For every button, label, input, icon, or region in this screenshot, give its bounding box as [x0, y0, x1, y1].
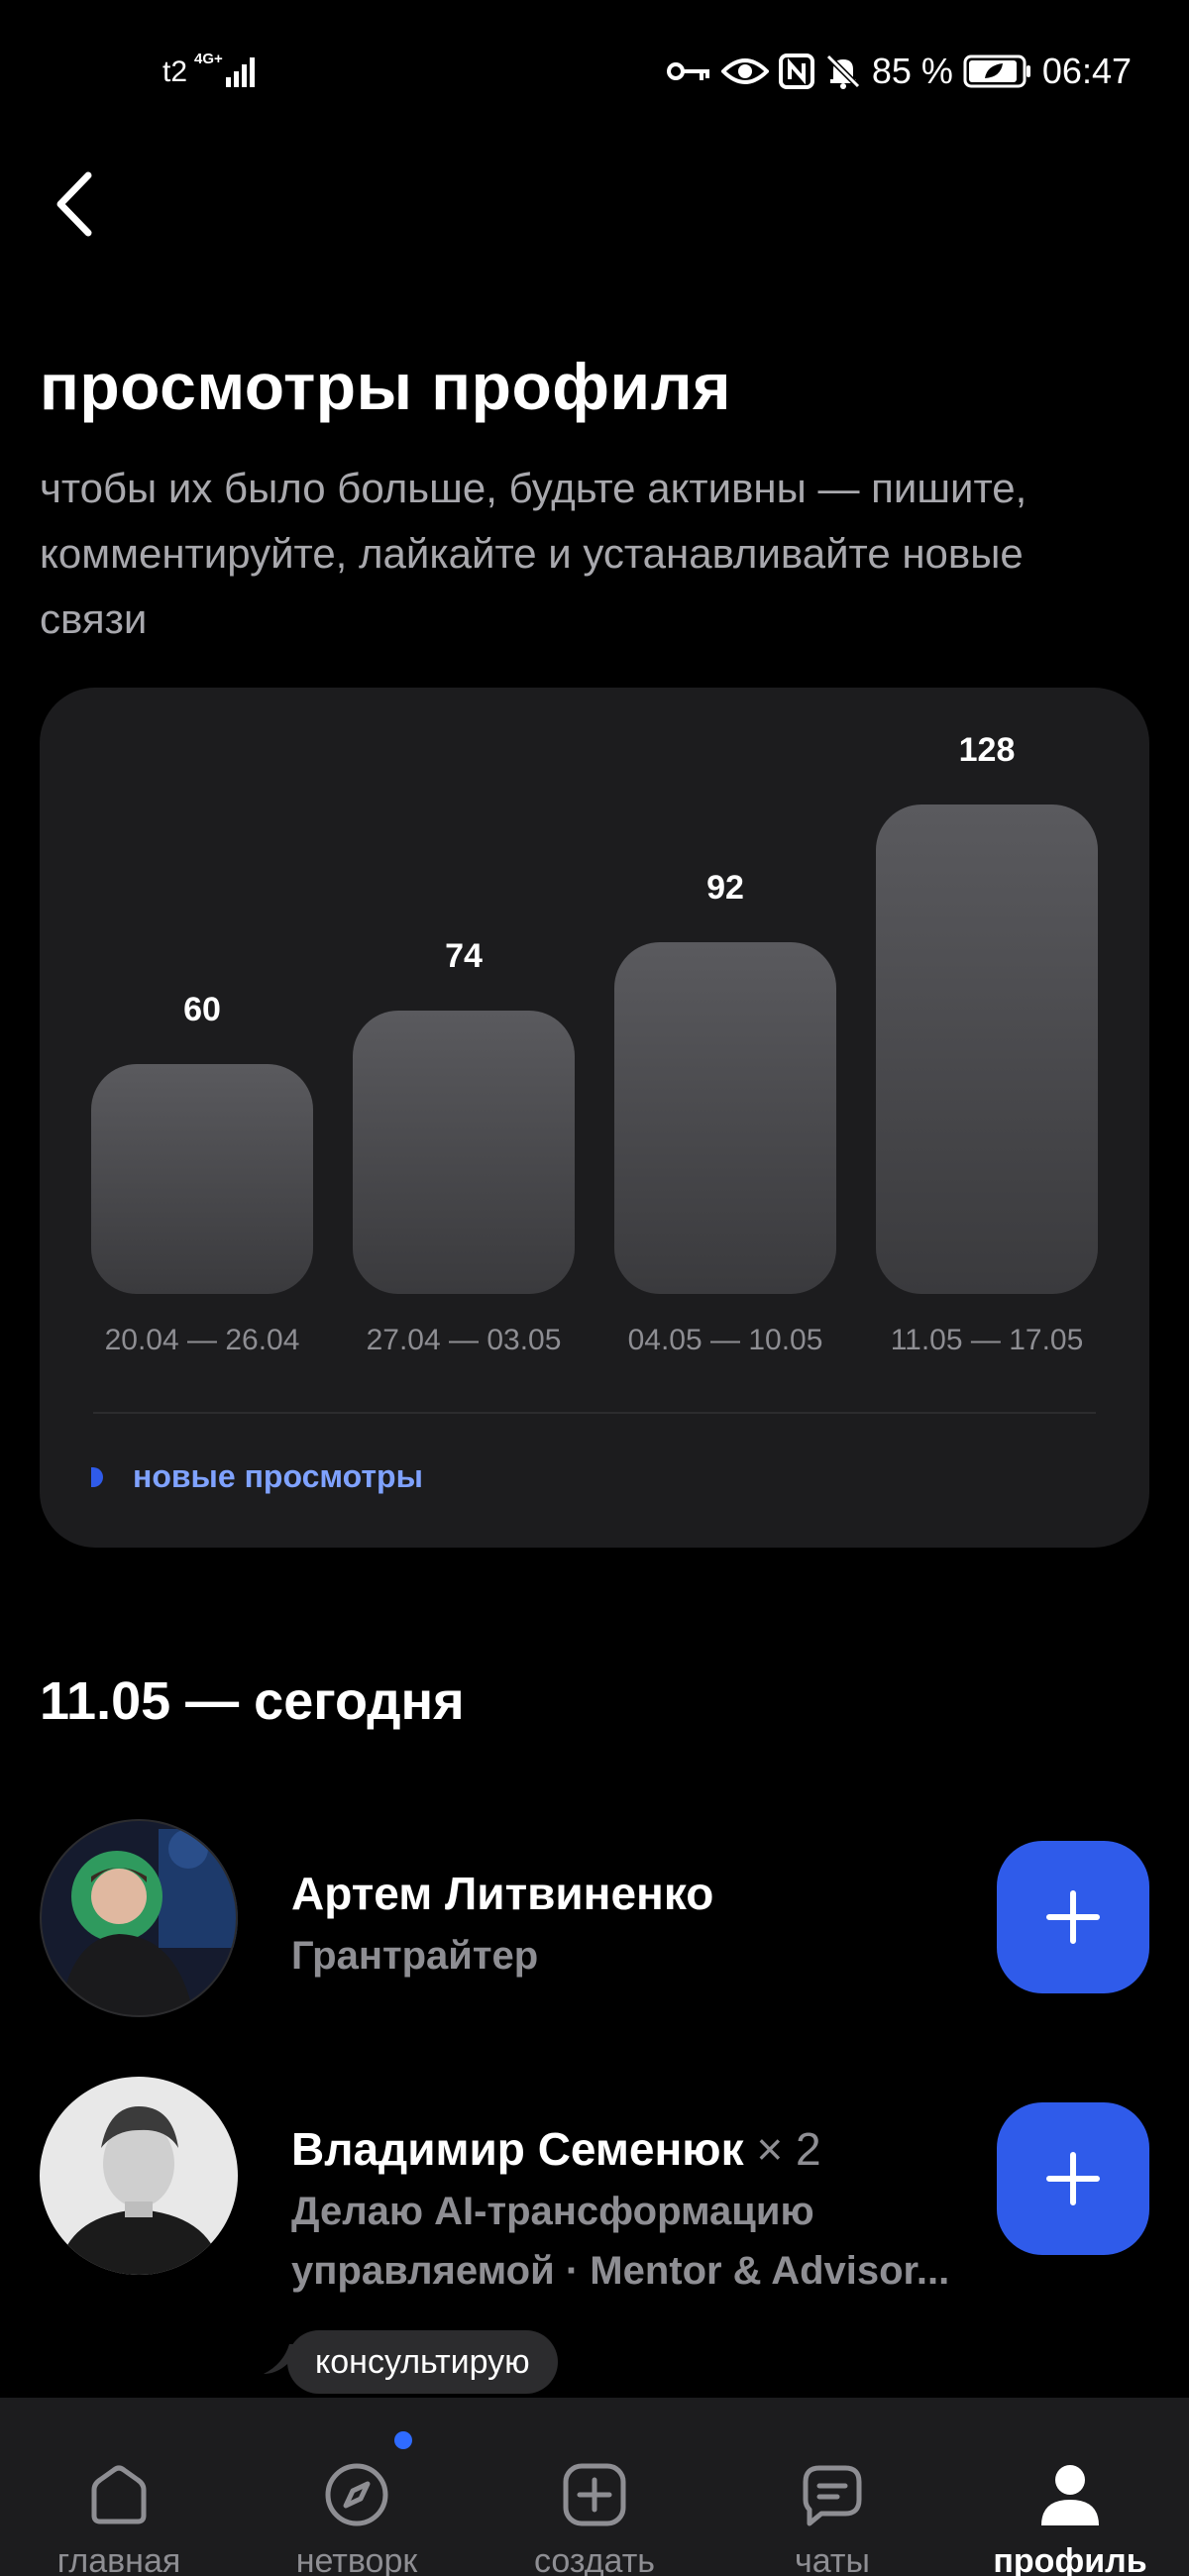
plus-square-icon [555, 2455, 634, 2534]
person-description: Делаю AI-трансформацию управляемой · Men… [291, 2190, 950, 2293]
viewer-list-item[interactable]: Владимир Семенюк × 2 Делаю AI-трансформа… [40, 2077, 1149, 2314]
network-badge-dot [394, 2431, 412, 2449]
chart-bar [91, 1064, 313, 1294]
bar-value-label: 92 [706, 869, 744, 907]
chart-bar [876, 805, 1098, 1294]
avatar-photo [40, 1819, 238, 2017]
tab-network[interactable]: нетворк [238, 2398, 476, 2576]
battery-icon [963, 54, 1030, 88]
viewer-list-item[interactable]: Артем Литвиненко Грантрайтер [40, 1819, 1149, 2017]
network-type-label: 4G+ [194, 51, 223, 67]
connection-multiplier: × 2 [756, 2123, 821, 2175]
profile-views-chart-card: 60 20.04 — 26.04 74 27.04 — 03.05 92 04.05 — … [40, 688, 1149, 1548]
key-icon [666, 62, 709, 80]
home-icon [79, 2455, 159, 2534]
bar-value-label: 74 [445, 937, 483, 975]
page-subtitle: чтобы их было больше, будьте активны — п… [40, 465, 1027, 642]
user-icon [1030, 2455, 1110, 2534]
avatar[interactable] [40, 2077, 238, 2275]
bell-muted-icon [825, 54, 860, 89]
person-name[interactable]: Артем Литвиненко [291, 1867, 713, 1920]
avatar-photo [40, 2077, 238, 2275]
carrier-label: t2 [162, 55, 188, 88]
legend-label: новые просмотры [133, 1458, 423, 1494]
battery-percent: 85 % [871, 51, 953, 91]
tab-label: профиль [993, 2542, 1147, 2576]
tab-chats[interactable]: чаты [713, 2398, 951, 2576]
section-title: 11.05 — сегодня [40, 1671, 465, 1731]
bottom-tab-bar: главная нетворк создать чаты профиль [0, 2398, 1189, 2576]
person-name-text: Артем Литвиненко [291, 1868, 714, 1919]
tab-label: создать [533, 2542, 656, 2576]
plus-icon [1046, 2152, 1100, 2205]
category-label: 11.05 — 17.05 [890, 1324, 1084, 1356]
back-button[interactable] [40, 164, 109, 244]
compass-icon [317, 2455, 396, 2534]
status-bar: t2 4G+ 85 % 06:47 [0, 0, 1189, 149]
page-title: просмотры профиля [40, 350, 732, 423]
bar-value-label: 60 [183, 991, 221, 1028]
legend-marker [91, 1466, 103, 1487]
avatar[interactable] [40, 1819, 238, 2017]
chart-bar [353, 1011, 575, 1294]
tab-home[interactable]: главная [0, 2398, 238, 2576]
chart-divider [93, 1412, 1096, 1414]
eye-icon [720, 58, 769, 84]
chart-bar [614, 942, 836, 1294]
person-name[interactable]: Владимир Семенюк × 2 [291, 2122, 821, 2176]
tab-label: нетворк [295, 2542, 418, 2576]
chevron-left-icon [56, 171, 92, 237]
tab-label: главная [56, 2542, 181, 2576]
chat-icon [793, 2455, 872, 2534]
chart-legend: новые просмотры [91, 1458, 423, 1495]
tab-profile[interactable]: профиль [951, 2398, 1189, 2576]
person-name-text: Владимир Семенюк [291, 2123, 744, 2175]
status-icons: 85 % 06:47 [666, 48, 1132, 95]
nfc-icon [778, 54, 814, 89]
category-label: 20.04 — 26.04 [104, 1324, 300, 1356]
add-contact-button[interactable] [997, 2102, 1149, 2255]
tab-label: чаты [795, 2542, 870, 2576]
category-label: 27.04 — 03.05 [366, 1324, 562, 1356]
signal-icon [226, 57, 255, 87]
category-label: 04.05 — 10.05 [627, 1324, 823, 1356]
clock: 06:47 [1041, 51, 1132, 91]
bar-value-label: 128 [958, 731, 1016, 769]
plus-icon [1046, 1890, 1100, 1944]
status-tooltip: консультирую [287, 2330, 558, 2394]
add-contact-button[interactable] [997, 1841, 1149, 1993]
bar-chart: 60 20.04 — 26.04 74 27.04 — 03.05 92 04.05 — … [40, 688, 1149, 1421]
person-description: Грантрайтер [291, 1934, 539, 1978]
tab-create[interactable]: создать [476, 2398, 713, 2576]
